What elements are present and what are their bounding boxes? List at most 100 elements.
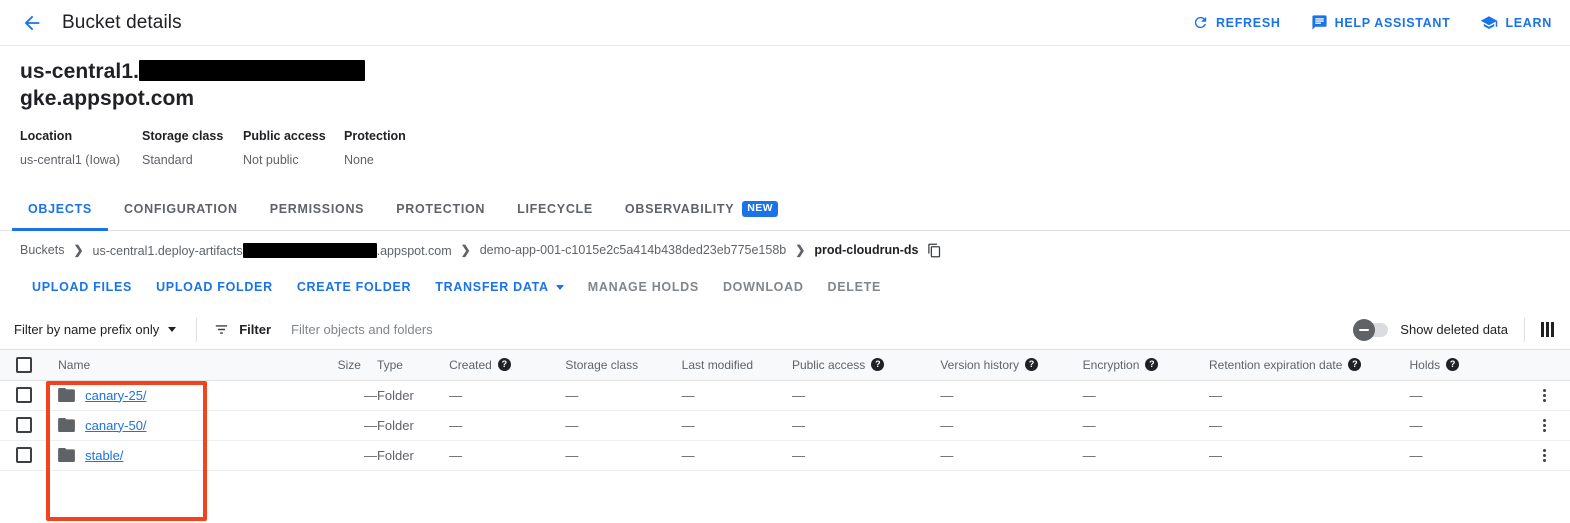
row-encryption-cell: — (1083, 410, 1209, 440)
column-header-retention[interactable]: Retention expiration date? (1209, 350, 1410, 380)
row-type-value: Folder (377, 418, 414, 433)
table-row[interactable]: canary-25/ — Folder — — — — — — — — (0, 380, 1570, 410)
tab-lifecycle[interactable]: LIFECYCLE (501, 188, 609, 230)
create-folder-button[interactable]: CREATE FOLDER (285, 280, 423, 294)
row-select-cell (0, 440, 46, 470)
observability-new-badge: NEW (742, 201, 778, 217)
row-retention-cell: — (1209, 410, 1410, 440)
chevron-down-icon (556, 285, 564, 290)
breadcrumb-separator: ❯ (795, 243, 805, 257)
help-icon[interactable]: ? (1025, 358, 1038, 371)
row-lastmod-cell: — (682, 440, 792, 470)
bucket-name-suffix: gke.appspot.com (20, 87, 194, 110)
row-created-value: — (449, 448, 462, 463)
prefix-filter-label: Filter by name prefix only (14, 322, 159, 337)
download-button[interactable]: DOWNLOAD (711, 280, 816, 294)
row-checkbox[interactable] (16, 447, 32, 463)
column-header-public-access[interactable]: Public access? (792, 350, 940, 380)
chat-icon (1311, 14, 1328, 31)
copy-icon[interactable] (927, 243, 942, 258)
row-size-cell: — (309, 410, 377, 440)
row-storage-value: — (565, 418, 578, 433)
row-type-value: Folder (377, 448, 414, 463)
column-header-encryption[interactable]: Encryption? (1083, 350, 1209, 380)
meta-location-value: us-central1 (Iowa) (20, 152, 142, 169)
manage-holds-button[interactable]: MANAGE HOLDS (576, 280, 711, 294)
column-header-type[interactable]: Type (377, 350, 449, 380)
tab-observability[interactable]: OBSERVABILITY NEW (609, 188, 794, 230)
object-link[interactable]: canary-25/ (85, 388, 146, 403)
breadcrumb-item-bucket[interactable]: us-central1.deploy-artifacts.appspot.com (93, 243, 452, 258)
row-holds-cell: — (1409, 380, 1533, 410)
breadcrumb-item-demo-app[interactable]: demo-app-001-c1015e2c5a414b438ded23eb775… (480, 243, 787, 257)
row-holds-value: — (1409, 448, 1422, 463)
row-public-value: — (792, 418, 805, 433)
row-public-cell: — (792, 380, 940, 410)
upload-files-button[interactable]: UPLOAD FILES (20, 280, 144, 294)
table-row[interactable]: canary-50/ — Folder — — — — — — — — (0, 410, 1570, 440)
column-header-holds[interactable]: Holds? (1409, 350, 1533, 380)
help-icon[interactable]: ? (498, 358, 511, 371)
tab-permissions-label: PERMISSIONS (270, 202, 365, 216)
row-type-cell: Folder (377, 380, 449, 410)
meta-storage-class-label: Storage class (142, 128, 243, 145)
row-overflow-menu-icon[interactable] (1534, 419, 1570, 432)
prefix-filter-select[interactable]: Filter by name prefix only (14, 322, 180, 337)
row-version-value: — (940, 418, 953, 433)
row-retention-value: — (1209, 388, 1222, 403)
column-header-created[interactable]: Created? (449, 350, 565, 380)
select-all-checkbox[interactable] (16, 357, 32, 373)
back-button[interactable] (14, 5, 50, 41)
filter-icon (213, 321, 230, 338)
meta-location: Location us-central1 (Iowa) (20, 128, 142, 169)
page-title: Bucket details (62, 12, 182, 34)
row-actions-cell (1534, 410, 1570, 440)
tab-configuration[interactable]: CONFIGURATION (108, 188, 254, 230)
row-holds-cell: — (1409, 440, 1533, 470)
row-size-value: — (364, 388, 377, 403)
table-row[interactable]: stable/ — Folder — — — — — — — — (0, 440, 1570, 470)
columns-icon[interactable] (1541, 322, 1554, 337)
help-assistant-button[interactable]: HELP ASSISTANT (1311, 14, 1451, 31)
show-deleted-data-toggle[interactable] (1354, 323, 1388, 337)
row-overflow-menu-icon[interactable] (1534, 389, 1570, 402)
object-link[interactable]: stable/ (85, 448, 123, 463)
row-checkbox[interactable] (16, 417, 32, 433)
select-all-header (0, 350, 46, 380)
filter-button[interactable]: Filter (213, 321, 271, 338)
upload-folder-button[interactable]: UPLOAD FOLDER (144, 280, 285, 294)
row-storage-cell: — (565, 440, 681, 470)
chevron-down-icon (168, 327, 176, 332)
breadcrumb-redaction (243, 243, 377, 258)
help-icon[interactable]: ? (1348, 358, 1361, 371)
help-icon[interactable]: ? (1145, 358, 1158, 371)
help-icon[interactable]: ? (871, 358, 884, 371)
row-checkbox[interactable] (16, 387, 32, 403)
column-header-version-history[interactable]: Version history? (940, 350, 1082, 380)
column-header-holds-label: Holds (1409, 358, 1440, 372)
filter-input[interactable] (289, 321, 669, 338)
breadcrumb-item-buckets[interactable]: Buckets (20, 243, 64, 257)
column-header-name[interactable]: Name (46, 350, 309, 380)
row-encryption-value: — (1083, 448, 1096, 463)
meta-storage-class-value: Standard (142, 152, 243, 169)
column-header-storage-class[interactable]: Storage class (565, 350, 681, 380)
column-header-last-modified[interactable]: Last modified (682, 350, 792, 380)
help-icon[interactable]: ? (1446, 358, 1459, 371)
row-actions-cell (1534, 440, 1570, 470)
object-link[interactable]: canary-50/ (85, 418, 146, 433)
column-header-size[interactable]: Size (309, 350, 377, 380)
refresh-button[interactable]: REFRESH (1192, 14, 1281, 31)
manage-holds-label: MANAGE HOLDS (588, 280, 699, 294)
folder-icon (58, 388, 75, 402)
row-holds-value: — (1409, 418, 1422, 433)
transfer-data-button[interactable]: TRANSFER DATA (423, 280, 576, 294)
row-overflow-menu-icon[interactable] (1534, 449, 1570, 462)
learn-button[interactable]: LEARN (1480, 14, 1552, 32)
delete-button[interactable]: DELETE (816, 280, 894, 294)
bucket-meta: Location us-central1 (Iowa) Storage clas… (20, 128, 1570, 169)
tab-permissions[interactable]: PERMISSIONS (254, 188, 381, 230)
tab-objects[interactable]: OBJECTS (12, 188, 108, 230)
tab-protection[interactable]: PROTECTION (380, 188, 501, 230)
column-header-last-modified-label: Last modified (682, 358, 753, 372)
